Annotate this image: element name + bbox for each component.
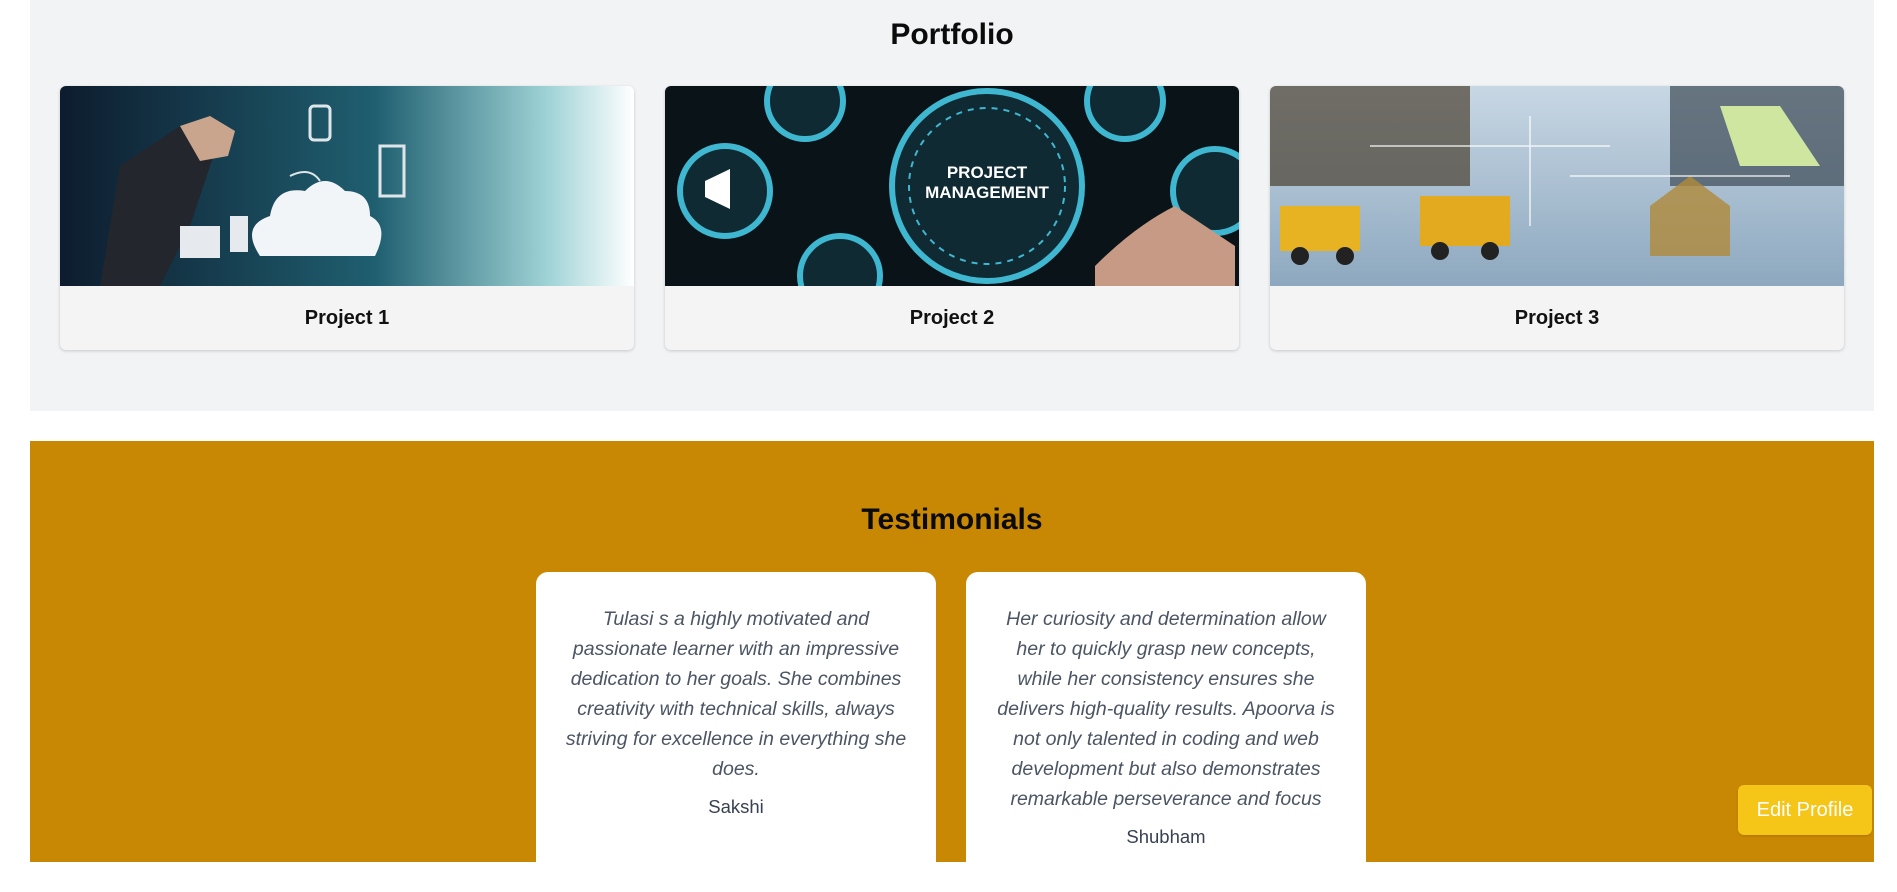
project-2-image-text-line1: PROJECT (947, 163, 1028, 182)
project-card-3[interactable]: Project 3 (1270, 86, 1844, 350)
portfolio-title: Portfolio (890, 18, 1014, 51)
project-1-title: Project 1 (304, 306, 390, 329)
testimonial-card-2: Her curiosity and determination allow he… (966, 572, 1366, 892)
project-2-image: PROJECT MANAGEMENT (665, 86, 1239, 286)
portfolio-cards: Project 1 PROJECT MANAGEMENT Project 2 P… (60, 86, 1844, 350)
testimonial-2-author: Shubham (1126, 826, 1206, 847)
project-3-title: Project 3 (1514, 306, 1600, 329)
testimonial-card-1: Tulasi s a highly motivated and passiona… (536, 572, 936, 892)
testimonial-1-quote: Tulasi s a highly motivated and passiona… (565, 608, 907, 780)
project-card-2[interactable]: PROJECT MANAGEMENT Project 2 (665, 86, 1239, 350)
testimonial-cards: Tulasi s a highly motivated and passiona… (536, 572, 1366, 892)
portfolio-section: Portfolio Project 1 PROJECT MANAGEMENT P… (30, 0, 1874, 411)
project-card-1[interactable]: Project 1 (60, 86, 634, 350)
testimonial-2-quote: Her curiosity and determination allow he… (997, 608, 1335, 810)
testimonial-1-author: Sakshi (708, 796, 764, 817)
testimonials-title: Testimonials (861, 503, 1043, 536)
project-2-image-text-line2: MANAGEMENT (925, 183, 1049, 202)
project-1-image (60, 86, 634, 286)
testimonials-section: Testimonials Tulasi s a highly motivated… (30, 441, 1874, 892)
edit-profile-button[interactable]: Edit Profile (1738, 785, 1872, 835)
project-2-title: Project 2 (909, 306, 995, 329)
project-3-image (1270, 86, 1844, 286)
